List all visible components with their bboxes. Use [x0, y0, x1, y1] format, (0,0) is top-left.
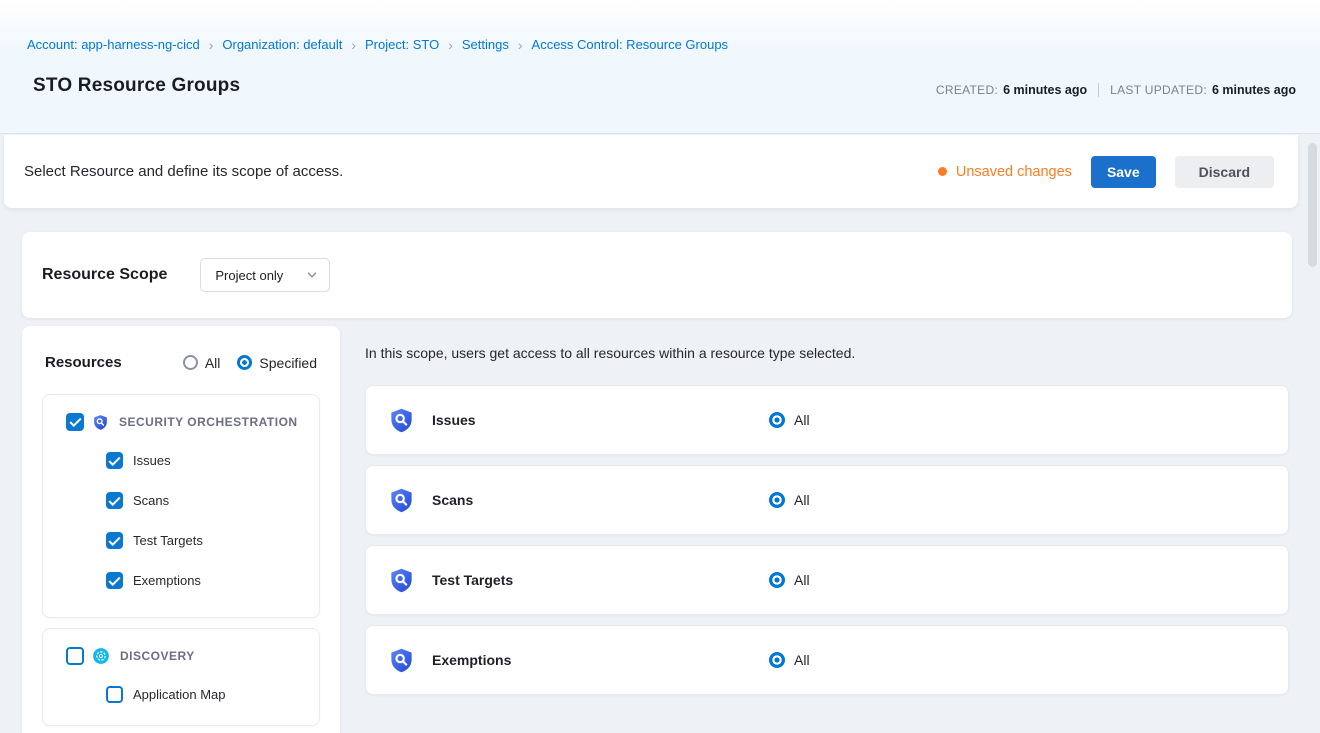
resource-item-label: Test Targets: [133, 533, 203, 548]
group-label-security-orchestration: SECURITY ORCHESTRATION: [119, 415, 298, 429]
resource-scope-selected-value: Project only: [215, 268, 283, 283]
chevron-right-icon: ›: [351, 38, 356, 52]
shield-search-icon: [388, 567, 415, 594]
resource-card-issues: Issues All: [365, 385, 1289, 455]
access-radio-group: All: [769, 412, 810, 428]
checkbox-issues[interactable]: [106, 452, 123, 469]
group-checkbox-discovery[interactable]: [66, 647, 84, 665]
group-label-discovery: DISCOVERY: [120, 649, 195, 663]
access-radio-group: All: [769, 492, 810, 508]
chevron-right-icon: ›: [209, 38, 214, 52]
group-card-discovery: DISCOVERY Application Map: [42, 628, 320, 726]
resource-item-label: Scans: [133, 493, 169, 508]
unsaved-changes-label: Unsaved changes: [956, 164, 1072, 180]
save-button[interactable]: Save: [1091, 156, 1156, 188]
breadcrumb-organization-link[interactable]: Organization: default: [222, 37, 342, 52]
radio-option-all-label: All: [205, 355, 221, 371]
resource-scope-card: Resource Scope Project only: [22, 232, 1292, 318]
checkbox-exemptions[interactable]: [106, 572, 123, 589]
resource-card-label: Exemptions: [432, 652, 769, 668]
unsaved-dot-icon: [938, 167, 947, 176]
discard-button[interactable]: Discard: [1175, 156, 1274, 188]
resource-item-test-targets[interactable]: Test Targets: [106, 532, 319, 549]
checkbox-application-map[interactable]: [106, 686, 123, 703]
radio-option-all[interactable]: All: [183, 355, 221, 371]
resources-title: Resources: [45, 354, 122, 371]
access-all-label: All: [794, 652, 810, 668]
radio-selected-icon[interactable]: [237, 355, 252, 370]
unsaved-changes-indicator: Unsaved changes: [938, 164, 1072, 180]
toolbar: Select Resource and define its scope of …: [4, 135, 1298, 208]
chevron-down-icon: [306, 269, 318, 281]
shield-search-icon: [92, 414, 109, 431]
breadcrumb-project-link[interactable]: Project: STO: [365, 37, 439, 52]
resource-card-label: Test Targets: [432, 572, 769, 588]
breadcrumb-access-control-link[interactable]: Access Control: Resource Groups: [532, 37, 729, 52]
resource-card-label: Scans: [432, 492, 769, 508]
access-radio-group: All: [769, 572, 810, 588]
page-header: Account: app-harness-ng-cicd › Organizat…: [0, 0, 1320, 134]
resource-card-test-targets: Test Targets All: [365, 545, 1289, 615]
access-all-label: All: [794, 492, 810, 508]
group-items: Application Map: [106, 686, 319, 703]
vertical-scrollbar-thumb[interactable]: [1308, 143, 1317, 267]
scope-description: In this scope, users get access to all r…: [365, 345, 855, 361]
resource-card-label: Issues: [432, 412, 769, 428]
radio-unselected-icon[interactable]: [183, 355, 198, 370]
resource-cards: Issues All Scans All Test Targets All: [365, 385, 1289, 695]
shield-search-icon: [388, 407, 415, 434]
resource-scope-select[interactable]: Project only: [200, 258, 330, 292]
access-all-label: All: [794, 572, 810, 588]
resource-item-scans[interactable]: Scans: [106, 492, 319, 509]
created-value: 6 minutes ago: [1003, 83, 1087, 97]
toolbar-actions: Unsaved changes Save Discard: [938, 156, 1274, 188]
access-radio-group: All: [769, 652, 810, 668]
radar-icon: [92, 647, 110, 665]
toolbar-description: Select Resource and define its scope of …: [24, 163, 343, 180]
radio-selected-icon[interactable]: [769, 492, 785, 508]
header-meta: CREATED: 6 minutes ago LAST UPDATED: 6 m…: [936, 83, 1296, 97]
shield-search-icon: [388, 647, 415, 674]
radio-selected-icon[interactable]: [769, 572, 785, 588]
resources-filter-radio-group: All Specified: [183, 355, 317, 371]
resources-panel-header: Resources All Specified: [22, 326, 340, 371]
last-updated-value: 6 minutes ago: [1212, 83, 1296, 97]
resource-item-exemptions[interactable]: Exemptions: [106, 572, 319, 589]
resource-item-issues[interactable]: Issues: [106, 452, 319, 469]
resources-panel: Resources All Specified SECURITY ORCHEST…: [22, 326, 340, 733]
access-all-label: All: [794, 412, 810, 428]
chevron-right-icon: ›: [448, 38, 453, 52]
breadcrumb-account-link[interactable]: Account: app-harness-ng-cicd: [27, 37, 200, 52]
group-header: DISCOVERY: [43, 629, 319, 665]
group-checkbox-security-orchestration[interactable]: [66, 413, 84, 431]
resource-item-application-map[interactable]: Application Map: [106, 686, 319, 703]
radio-selected-icon[interactable]: [769, 412, 785, 428]
page-title: STO Resource Groups: [33, 75, 240, 97]
group-items: Issues Scans Test Targets Exemptions: [106, 452, 319, 589]
breadcrumb: Account: app-harness-ng-cicd › Organizat…: [27, 37, 728, 52]
resource-card-exemptions: Exemptions All: [365, 625, 1289, 695]
radio-option-specified-label: Specified: [259, 355, 317, 371]
last-updated-label: LAST UPDATED:: [1110, 83, 1207, 97]
resource-card-scans: Scans All: [365, 465, 1289, 535]
created-label: CREATED:: [936, 83, 998, 97]
radio-selected-icon[interactable]: [769, 652, 785, 668]
radio-option-specified[interactable]: Specified: [237, 355, 317, 371]
resource-item-label: Application Map: [133, 687, 226, 702]
meta-divider: [1098, 83, 1099, 97]
group-card-security-orchestration: SECURITY ORCHESTRATION Issues Scans Test…: [42, 394, 320, 618]
breadcrumb-settings-link[interactable]: Settings: [462, 37, 509, 52]
group-header: SECURITY ORCHESTRATION: [43, 395, 319, 431]
checkbox-test-targets[interactable]: [106, 532, 123, 549]
resource-scope-label: Resource Scope: [42, 266, 167, 284]
checkbox-scans[interactable]: [106, 492, 123, 509]
chevron-right-icon: ›: [518, 38, 523, 52]
resource-item-label: Exemptions: [133, 573, 201, 588]
shield-search-icon: [388, 487, 415, 514]
resource-item-label: Issues: [133, 453, 171, 468]
